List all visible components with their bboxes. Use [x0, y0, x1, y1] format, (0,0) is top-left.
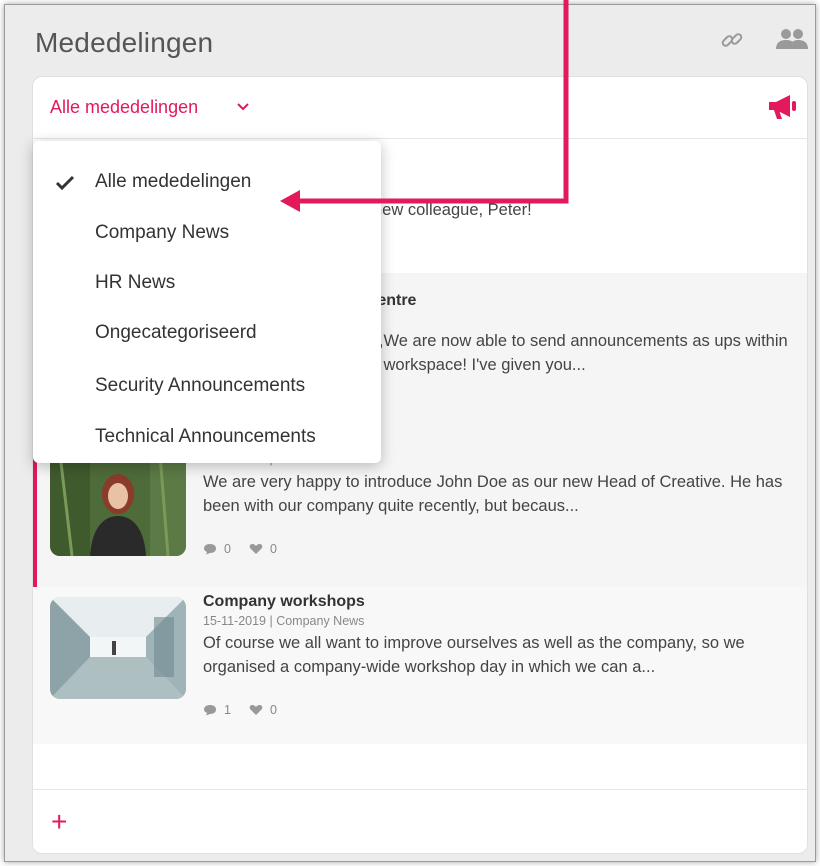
item-excerpt: am,We are now able to send announcements…	[356, 332, 788, 374]
heart-icon	[249, 544, 263, 554]
category-filter-button[interactable]: Alle mededelingen	[50, 97, 198, 118]
dropdown-option-label: HR News	[95, 272, 176, 293]
megaphone-icon[interactable]	[766, 91, 800, 126]
like-count: 0	[269, 703, 277, 717]
list-item[interactable]: Company workshops 15-11-2019 | Company N…	[33, 587, 807, 744]
dropdown-option-alle-mededelingen[interactable]: Alle mededelingen	[33, 151, 381, 203]
dropdown-option-label: Security Announcements	[95, 375, 306, 396]
announcement-thumbnail	[50, 454, 186, 556]
comment-icon	[204, 705, 216, 716]
checkmark-icon	[55, 175, 75, 197]
comment-count: 0	[224, 542, 231, 556]
comment-count: 1	[224, 703, 231, 717]
link-icon[interactable]	[719, 27, 745, 58]
widget-title: Mededelingen	[35, 27, 214, 58]
like-count: 0	[269, 542, 277, 556]
dropdown-option-ongecategoriseerd[interactable]: Ongecategoriseerd	[33, 302, 381, 354]
dropdown-option-hr-news[interactable]: HR News	[33, 252, 381, 304]
filter-bar: Alle mededelingen	[33, 77, 807, 139]
dropdown-option-security-announcements[interactable]: Security Announcements	[33, 355, 381, 407]
dropdown-option-technical-announcements[interactable]: Technical Announcements	[33, 406, 381, 458]
chevron-down-icon[interactable]	[236, 99, 250, 117]
users-icon[interactable]	[775, 27, 809, 58]
item-meta: 15-11-2019 | Company News	[203, 614, 365, 628]
item-title[interactable]: Company workshops	[203, 593, 365, 611]
dropdown-option-label: Alle mededelingen	[95, 171, 252, 192]
comment-icon	[204, 544, 216, 555]
item-stats: 0 0	[203, 542, 277, 556]
dropdown-option-company-news[interactable]: Company News	[33, 202, 381, 254]
dropdown-option-label: Technical Announcements	[95, 426, 316, 447]
item-excerpt: We are very happy to introduce John Doe …	[203, 473, 783, 515]
dropdown-option-label: Ongecategoriseerd	[95, 322, 257, 343]
item-stats: 1 0	[203, 703, 277, 717]
category-dropdown-menu: Alle mededelingen Company News HR News O…	[33, 141, 381, 463]
heart-icon	[249, 705, 263, 715]
announcement-thumbnail	[50, 597, 186, 699]
add-announcement-button[interactable]: +	[51, 808, 67, 836]
item-excerpt: new colleague, Peter!	[373, 201, 532, 219]
dropdown-option-label: Company News	[95, 222, 230, 243]
item-excerpt: Of course we all want to improve ourselv…	[203, 634, 745, 676]
widget-footer: +	[33, 789, 807, 853]
